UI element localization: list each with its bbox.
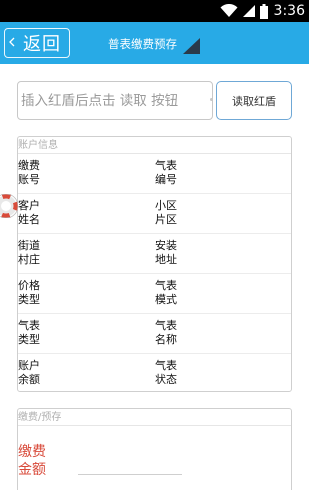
field-label-price-type: 价格 类型	[18, 279, 40, 306]
amount-input[interactable]	[78, 454, 182, 474]
back-label: 返回	[23, 34, 61, 55]
reader-input[interactable]	[17, 81, 213, 120]
field-label-install-address: 安装 地址	[155, 239, 177, 266]
field-label-meter-type: 气表 类型	[18, 319, 40, 346]
back-button[interactable]: 返回	[4, 28, 70, 58]
info-row: 客户 姓名 小区 片区	[18, 194, 291, 234]
account-info-panel: 账户信息 缴费 账号 气表 编号 客户 姓名 小区 片区 街道 村庄 安装 地址 价格 类型 …	[17, 136, 292, 392]
status-bar: 3:36	[0, 0, 309, 22]
info-row: 街道 村庄 安装 地址	[18, 234, 291, 274]
amount-label: 缴费 金额	[18, 444, 46, 478]
app-bar: 返回 普表缴费预存	[0, 22, 309, 64]
field-label-meter-name: 气表 名称	[155, 319, 177, 346]
info-row: 缴费 账号 气表 编号	[18, 154, 291, 194]
reader-row: 读取红盾	[17, 81, 292, 120]
chevron-left-icon	[9, 36, 15, 50]
field-label-meter-number: 气表 编号	[155, 159, 177, 186]
input-dot	[210, 98, 213, 101]
status-icons: 3:36	[220, 2, 305, 20]
field-label-street: 街道 村庄	[18, 239, 40, 266]
field-label-customer-name: 客户 姓名	[18, 199, 40, 226]
signal-icon	[242, 5, 255, 17]
field-label-meter-status: 气表 状态	[155, 359, 177, 386]
payment-header: 缴费/预存	[18, 409, 291, 426]
field-label-balance: 账户 余额	[18, 359, 40, 386]
field-label-meter-mode: 气表 模式	[155, 279, 177, 306]
battery-icon	[259, 3, 268, 19]
title-dropdown[interactable]: 普表缴费预存	[108, 34, 177, 54]
status-time: 3:36	[273, 3, 305, 19]
page-title: 普表缴费预存	[108, 37, 177, 51]
amount-underline	[78, 474, 182, 475]
info-row: 价格 类型 气表 模式	[18, 274, 291, 314]
lifebuoy-icon[interactable]	[0, 194, 18, 218]
payment-panel: 缴费/预存 缴费 金额	[17, 408, 292, 490]
dropdown-triangle-icon	[183, 38, 200, 54]
info-row: 账户 余额 气表 状态	[18, 354, 291, 394]
field-label-account-number: 缴费 账号	[18, 159, 40, 186]
wifi-icon	[220, 4, 238, 17]
read-shield-button[interactable]: 读取红盾	[216, 81, 292, 120]
field-label-district: 小区 片区	[155, 199, 177, 226]
info-row: 气表 类型 气表 名称	[18, 314, 291, 354]
account-info-header: 账户信息	[18, 137, 291, 154]
